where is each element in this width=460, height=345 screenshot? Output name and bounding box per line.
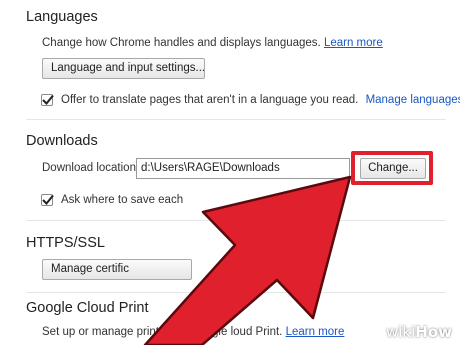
manage-languages-link[interactable]: Manage languages bbox=[366, 94, 460, 106]
checkmark-icon bbox=[42, 94, 54, 105]
download-location-label: Download location: bbox=[42, 162, 140, 174]
download-location-field[interactable]: d:\Users\RAGE\Downloads bbox=[136, 158, 350, 179]
languages-description-text: Change how Chrome handles and displays l… bbox=[42, 37, 321, 49]
translate-row: Offer to translate pages that aren't in … bbox=[61, 94, 460, 106]
change-button-highlight bbox=[351, 151, 433, 185]
cloud-print-description-start: Set up or manage printers in Google bbox=[42, 326, 231, 338]
translate-checkbox-label: Offer to translate pages that aren't in … bbox=[61, 94, 359, 106]
cloud-print-description-end: loud Print. bbox=[230, 326, 283, 338]
wikihow-watermark: wikiHow bbox=[386, 323, 452, 341]
checkmark-icon bbox=[42, 194, 54, 205]
languages-learn-more-link[interactable]: Learn more bbox=[324, 37, 383, 49]
cloud-print-learn-more-link[interactable]: Learn more bbox=[286, 326, 345, 338]
manage-certificates-button[interactable]: Manage certific bbox=[42, 259, 192, 280]
ask-where-checkbox-label: Ask where to save each bbox=[61, 194, 184, 206]
section-divider bbox=[26, 119, 446, 120]
https-ssl-section-title: HTTPS/SSL bbox=[26, 235, 105, 251]
section-divider bbox=[26, 292, 446, 293]
languages-description: Change how Chrome handles and displays l… bbox=[42, 37, 383, 49]
chrome-settings-page: Languages Change how Chrome handles and … bbox=[0, 0, 460, 345]
watermark-how: How bbox=[415, 323, 452, 341]
section-divider bbox=[26, 220, 446, 221]
languages-section-title: Languages bbox=[26, 9, 98, 25]
cloud-print-section-title: Google Cloud Print bbox=[26, 300, 149, 316]
translate-checkbox[interactable] bbox=[41, 94, 54, 106]
cloud-print-description: Set up or manage printers in Google loud… bbox=[42, 326, 344, 338]
ask-where-checkbox[interactable] bbox=[41, 194, 54, 206]
downloads-section-title: Downloads bbox=[26, 133, 98, 149]
watermark-wiki: wiki bbox=[385, 323, 416, 341]
language-input-settings-button[interactable]: Language and input settings... bbox=[42, 58, 205, 79]
